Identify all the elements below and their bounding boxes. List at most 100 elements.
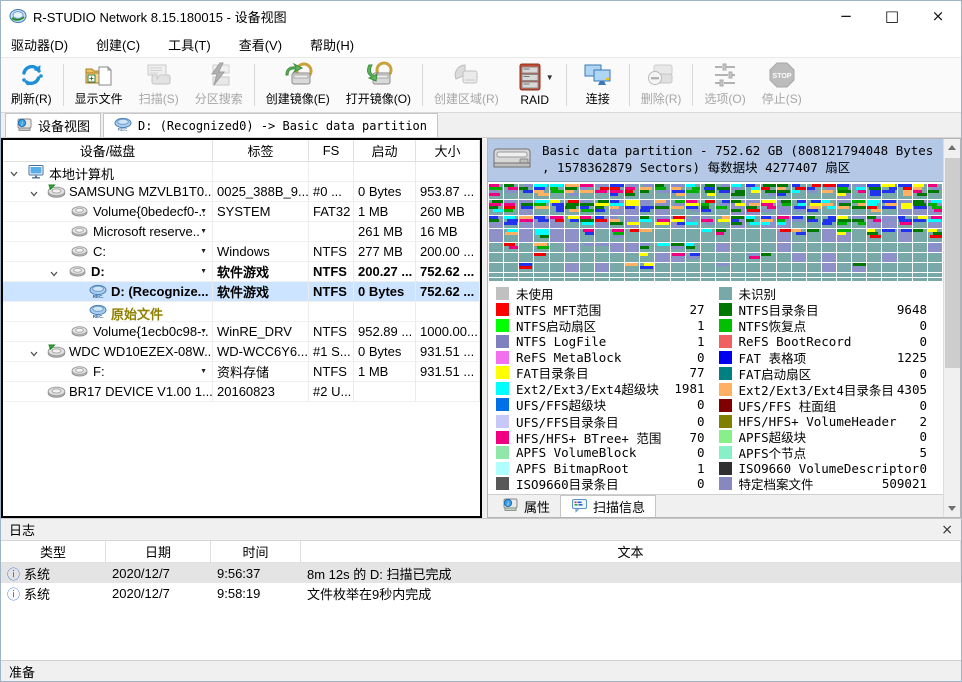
device-row-1[interactable]: SAMSUNG MZVLB1T0...0025_388B_9...#0 ...0… [3, 182, 480, 202]
map-block [519, 229, 533, 241]
map-block [701, 263, 715, 272]
legend-count: 5 [919, 445, 941, 460]
device-column-header-1[interactable]: 标签 [213, 140, 309, 161]
scan-pane-scrollbar[interactable] [943, 139, 960, 517]
row-dropdown-icon[interactable]: ▼ [200, 248, 207, 255]
maximize-button[interactable]: □ [869, 1, 915, 31]
menu-item-2[interactable]: 工具(T) [168, 35, 211, 54]
device-cell-fs: NTFS [309, 322, 354, 342]
map-block [489, 229, 503, 241]
volume-icon [69, 264, 86, 280]
map-block [519, 184, 533, 199]
legend-row-left-3: NTFS LogFile1 [496, 334, 719, 349]
device-name: D: (Recognize... [111, 284, 209, 299]
legend-count: 0 [697, 476, 719, 491]
toolbar-button-0[interactable]: 刷新(R) [3, 60, 60, 110]
device-cell-size: 953.87 ... [416, 182, 480, 202]
device-cell-label: 0025_388B_9... [213, 182, 309, 202]
row-dropdown-icon[interactable]: ▼ [200, 268, 207, 275]
map-block [489, 200, 503, 215]
device-row-4[interactable]: C:▼WindowsNTFS277 MB200.00 ... [3, 242, 480, 262]
expand-chevron-icon[interactable] [49, 267, 59, 282]
map-block [928, 263, 942, 272]
map-block [852, 229, 866, 241]
toolbar-button-label: 分区搜索 [195, 90, 243, 107]
log-type: 系统 [24, 564, 50, 583]
device-row-10[interactable]: F:▼资料存储NTFS1 MB931.51 ... [3, 362, 480, 382]
device-row-6[interactable]: REC.D: (Recognize...软件游戏NTFS0 Bytes752.6… [3, 282, 480, 302]
map-block [792, 253, 806, 262]
expand-chevron-icon[interactable] [29, 347, 39, 362]
map-block [686, 278, 700, 281]
menu-item-3[interactable]: 查看(V) [239, 35, 282, 54]
scrollbar-thumb[interactable] [945, 158, 960, 368]
map-block [489, 184, 503, 199]
log-row-1[interactable]: ⓘ系统2020/12/79:58:19文件枚举在9秒内完成 [1, 583, 961, 603]
view-tab-1[interactable]: REC.D: (Recognized0) -> Basic data parti… [103, 113, 438, 137]
device-row-2[interactable]: Volume{0bedecf0-..▼SYSTEMFAT321 MB260 MB [3, 202, 480, 222]
scroll-up-icon[interactable] [944, 139, 961, 156]
toolbar-button-4[interactable]: 创建镜像(E) [258, 60, 338, 110]
toolbar-button-5[interactable]: 打开镜像(O) [338, 60, 419, 110]
close-button[interactable]: × [915, 1, 961, 31]
device-row-11[interactable]: BR17 DEVICE V1.00 1....20160823#2 U... [3, 382, 480, 402]
toolbar-button-8[interactable]: 连接 [570, 60, 626, 110]
map-block [580, 278, 594, 281]
legend-count: 2 [919, 414, 941, 429]
device-row-0[interactable]: 本地计算机 [3, 162, 480, 182]
device-row-8[interactable]: Volume{1ecb0c98-..▼WinRE_DRVNTFS952.89 .… [3, 322, 480, 342]
device-column-header-2[interactable]: FS [309, 140, 354, 161]
map-block [550, 243, 564, 252]
main-area: 设备/磁盘标签FS启动大小 本地计算机SAMSUNG MZVLB1T0...00… [1, 138, 961, 518]
map-block [610, 200, 624, 215]
device-cell-fs: NTFS [309, 282, 354, 302]
map-block [928, 253, 942, 262]
log-column-header-2[interactable]: 时间 [211, 541, 301, 562]
expand-chevron-icon[interactable] [9, 167, 19, 182]
log-column-header-0[interactable]: 类型 [1, 541, 106, 562]
log-row-0[interactable]: ⓘ系统2020/12/79:56:378m 12s 的 D: 扫描已完成 [1, 563, 961, 583]
menu-item-1[interactable]: 创建(C) [96, 35, 140, 54]
map-block [504, 278, 518, 281]
map-block [640, 200, 654, 215]
scroll-down-icon[interactable] [944, 500, 961, 517]
menu-item-4[interactable]: 帮助(H) [310, 35, 354, 54]
scan-pane-tab-1[interactable]: 扫描信息 [560, 495, 656, 517]
row-dropdown-icon[interactable]: ▼ [200, 368, 207, 375]
row-dropdown-icon[interactable]: ▼ [200, 228, 207, 235]
log-column-header-1[interactable]: 日期 [106, 541, 211, 562]
scan-block-map[interactable] [488, 182, 943, 282]
scan-pane-tab-0[interactable]: i属性 [492, 495, 560, 517]
device-row-7[interactable]: REC.原始文件 [3, 302, 480, 322]
device-column-header-4[interactable]: 大小 [416, 140, 480, 161]
map-block [913, 263, 927, 272]
log-text: 8m 12s 的 D: 扫描已完成 [301, 564, 961, 583]
toolbar-button-7[interactable]: ▼RAID [507, 60, 563, 110]
chevron-down-icon[interactable]: ▼ [546, 73, 554, 82]
hdd-icon [47, 344, 66, 361]
map-block [882, 184, 896, 199]
device-row-5[interactable]: D:▼软件游戏NTFS200.27 ...752.62 ... [3, 262, 480, 282]
device-column-header-3[interactable]: 启动 [354, 140, 416, 161]
legend-row-right-10: APFS个节点5 [719, 445, 942, 461]
log-column-header-3[interactable]: 文本 [301, 541, 961, 562]
map-block [686, 253, 700, 262]
map-block [489, 243, 503, 252]
toolbar-button-1[interactable]: 显示文件 [67, 60, 131, 110]
device-row-3[interactable]: Microsoft reserve..▼261 MB16 MB [3, 222, 480, 242]
legend-color-swatch [719, 415, 732, 428]
open-image-icon [362, 61, 394, 89]
log-close-icon[interactable]: × [941, 522, 953, 538]
legend-color-swatch [719, 446, 732, 459]
row-dropdown-icon[interactable]: ▼ [200, 328, 207, 335]
expand-chevron-icon[interactable] [29, 187, 39, 202]
minimize-button[interactable]: − [823, 1, 869, 31]
device-column-header-0[interactable]: 设备/磁盘 [3, 140, 213, 161]
row-dropdown-icon[interactable]: ▼ [200, 208, 207, 215]
map-block [595, 253, 609, 262]
device-row-9[interactable]: WDC WD10EZEX-08W...WD-WCC6Y6...#1 S...0 … [3, 342, 480, 362]
menu-item-0[interactable]: 驱动器(D) [11, 35, 68, 54]
legend-count: 4305 [897, 382, 941, 397]
device-view-icon: i [16, 117, 33, 135]
view-tab-0[interactable]: i设备视图 [5, 113, 101, 137]
